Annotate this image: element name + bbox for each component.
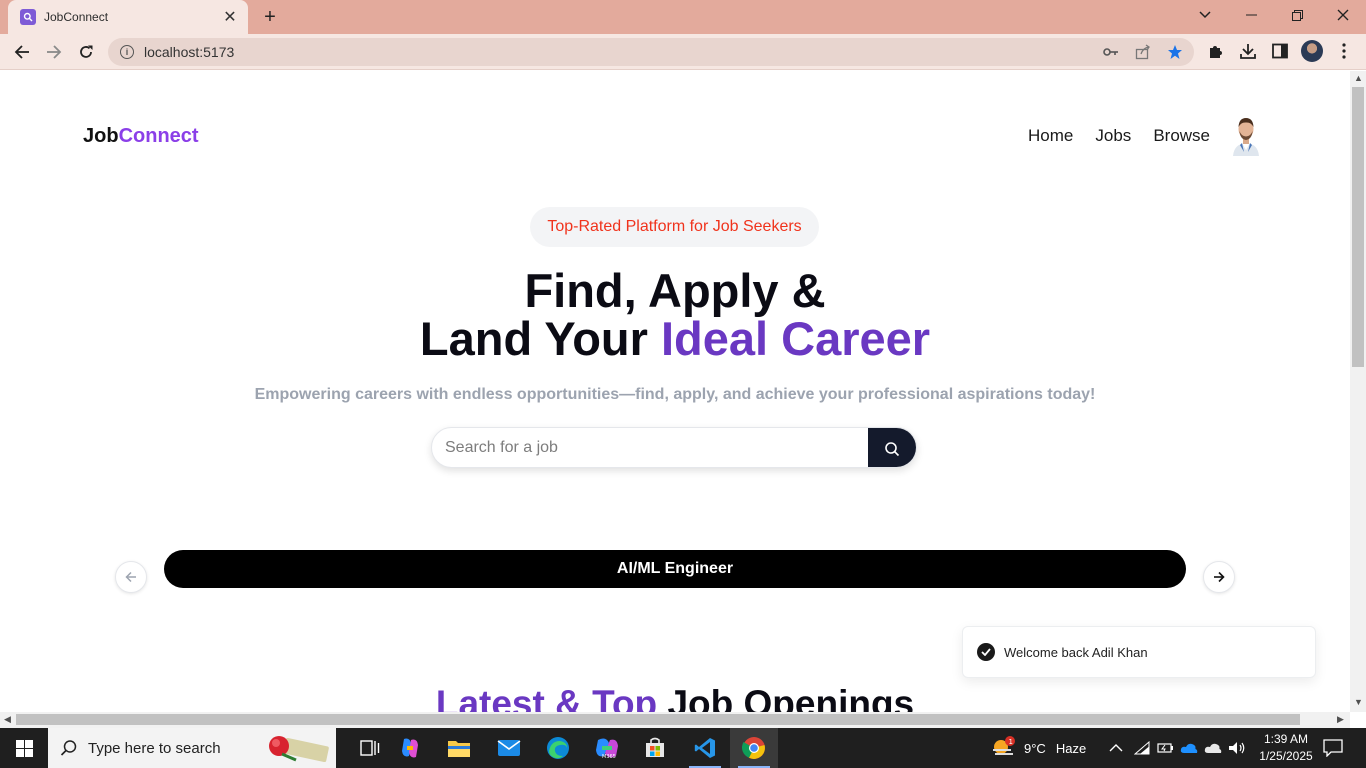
horizontal-scrollbar[interactable]: ◀ ▶ [0,712,1350,728]
cloud-sync-icon[interactable] [1204,728,1222,768]
logo-text-job: Job [83,125,119,147]
hero-title-line2-prefix: Land Your [419,312,661,365]
hero-title-line2: Land Your Ideal Career [0,315,1350,363]
hero-title-line1: Find, Apply & [524,264,826,317]
carousel-previous-button[interactable] [115,561,147,593]
scroll-left-icon[interactable]: ◀ [4,714,11,725]
taskbar-search-placeholder: Type here to search [88,739,221,757]
tab-search-chevron-down-icon[interactable] [1182,0,1228,30]
welcome-toast: Welcome back Adil Khan [962,626,1316,678]
scroll-down-icon[interactable]: ▼ [1354,697,1363,707]
tab-title: JobConnect [44,10,109,24]
windows-start-button[interactable] [0,728,48,768]
volume-speaker-icon[interactable] [1228,728,1246,768]
close-tab-icon[interactable]: ✕ [222,7,238,27]
haze-weather-icon: 1 [993,736,1015,755]
microsoft-365-icon[interactable]: M365 [583,728,631,768]
side-panel-icon[interactable] [1270,41,1290,61]
scroll-up-icon[interactable]: ▲ [1354,73,1363,83]
carousel-category-pill[interactable]: AI/ML Engineer [164,550,1186,588]
latest-jobs-heading: Latest & Top Job Openings [0,683,1350,712]
chrome-icon[interactable] [730,728,778,768]
copilot-icon[interactable] [386,728,434,768]
windows-logo-icon [15,739,33,757]
taskbar-search-box[interactable]: Type here to search [48,728,336,768]
forward-arrow-icon[interactable] [42,40,66,64]
jobconnect-favicon-icon [20,9,36,25]
address-bar[interactable]: i localhost:5173 [108,38,1194,66]
svg-text:M365: M365 [602,754,616,760]
system-clock[interactable]: 1:39 AM 1/25/2025 [1258,731,1314,765]
show-hidden-icons-chevron-up-icon[interactable] [1109,728,1123,768]
weather-description: Haze [1055,740,1087,756]
network-wifi-icon[interactable] [1134,728,1150,768]
battery-plug-icon[interactable] [1157,728,1175,768]
taskbar-search-icon [60,740,77,756]
weather-widget[interactable]: 1 9°C Haze [990,728,1086,768]
notification-center-icon[interactable] [1323,728,1343,768]
site-info-icon[interactable]: i [120,45,134,59]
vscode-icon[interactable] [681,728,729,768]
reload-icon[interactable] [74,40,98,64]
browser-profile-avatar[interactable] [1301,40,1323,62]
download-icon[interactable] [1238,41,1258,61]
windows-taskbar: Type here to search M365 1 9°C Haze 1:39… [0,728,1366,768]
file-explorer-icon[interactable] [435,728,483,768]
mail-icon[interactable] [485,728,533,768]
extensions-puzzle-icon[interactable] [1206,41,1226,61]
nav-home[interactable]: Home [1028,126,1073,146]
arrow-left-icon [125,571,136,583]
weather-temperature: 9°C [1024,740,1046,756]
minimize-button[interactable] [1228,0,1274,30]
restore-button[interactable] [1274,0,1320,30]
back-arrow-icon[interactable] [10,40,34,64]
user-avatar[interactable] [1229,114,1263,156]
address-url: localhost:5173 [144,44,235,60]
svg-text:1: 1 [1009,738,1013,746]
microsoft-store-icon[interactable] [631,728,679,768]
bookmark-star-icon[interactable] [1167,44,1183,60]
share-icon[interactable] [1135,44,1151,60]
check-circle-icon [977,643,995,661]
vertical-scroll-thumb[interactable] [1352,87,1364,367]
onedrive-icon[interactable] [1180,728,1198,768]
job-search-bar [431,427,917,468]
browser-toolbar: i localhost:5173 [0,34,1366,70]
latest-jobs-heading-rest: Job Openings [657,683,915,712]
browser-tab-strip: JobConnect ✕ + [0,0,1366,34]
new-tab-button[interactable]: + [258,5,282,29]
menu-kebab-icon[interactable] [1334,41,1354,61]
main-nav: Home Jobs Browse [1028,126,1210,146]
scroll-right-icon[interactable]: ▶ [1337,714,1344,725]
latest-jobs-heading-accent: Latest & Top [435,683,658,712]
close-window-button[interactable] [1320,0,1366,30]
browser-tab[interactable]: JobConnect ✕ [8,0,248,34]
page-viewport: JobConnect Home Jobs Browse Top-Rated Pl… [0,71,1350,712]
nav-browse[interactable]: Browse [1153,126,1210,146]
hero-subtitle: Empowering careers with endless opportun… [254,386,1096,403]
search-icon [885,441,900,456]
nav-jobs[interactable]: Jobs [1095,126,1131,146]
logo-text-connect: Connect [118,125,199,147]
clock-date: 1/25/2025 [1259,749,1313,763]
site-logo[interactable]: JobConnect [83,125,199,148]
carousel-next-button[interactable] [1203,561,1235,593]
search-highlight-rose-icon [269,736,329,763]
key-icon[interactable] [1103,44,1119,60]
hero-title-accent: Ideal Career [661,312,931,365]
search-button[interactable] [868,428,916,467]
hero-badge: Top-Rated Platform for Job Seekers [530,207,819,247]
hero-title: Find, Apply & Land Your Ideal Career [0,267,1350,363]
vertical-scrollbar[interactable]: ▲ ▼ [1350,71,1366,712]
clock-time: 1:39 AM [1263,732,1309,746]
arrow-right-icon [1214,571,1225,583]
toast-message: Welcome back Adil Khan [1004,644,1148,660]
edge-browser-icon[interactable] [534,728,582,768]
job-search-input[interactable] [432,428,868,467]
horizontal-scroll-thumb[interactable] [16,714,1300,725]
